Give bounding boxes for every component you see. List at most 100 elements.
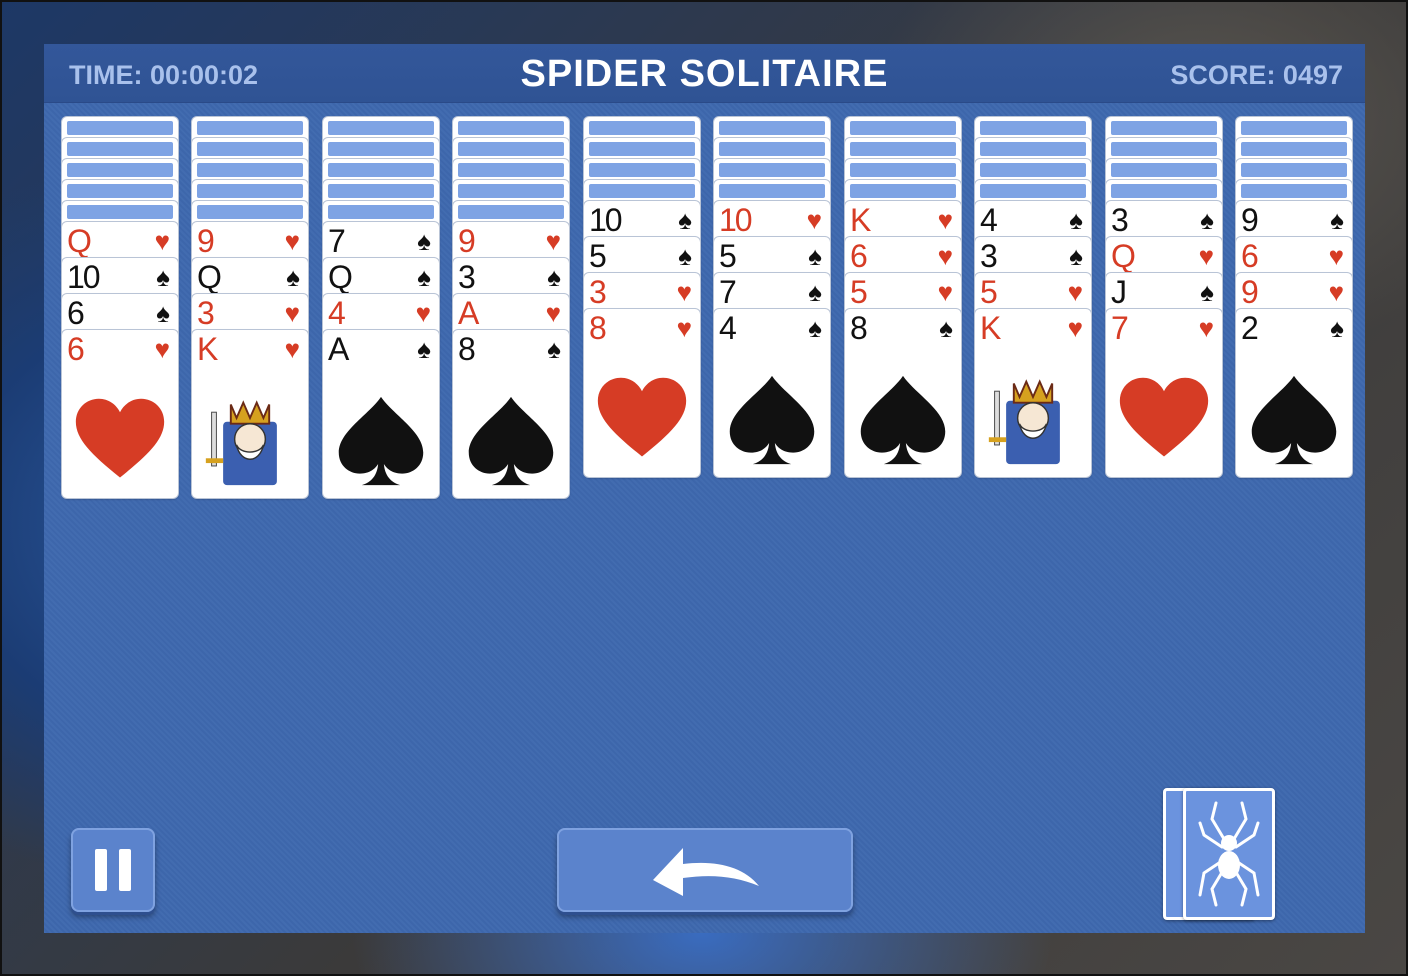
spade-suit-icon: ♠	[1200, 205, 1214, 235]
card-rank: 9	[1241, 274, 1259, 310]
top-bar: TIME: 00:00:02 SPIDER SOLITAIRE SCORE: 0…	[44, 44, 1365, 103]
playing-card[interactable]: 8 ♥	[584, 309, 700, 477]
card-rank: 4	[719, 310, 737, 346]
card-rank: 7	[1111, 310, 1129, 346]
heart-suit-icon: ♥	[1067, 277, 1083, 307]
heart-suit-icon: ♥	[1328, 277, 1344, 307]
large-heart-icon	[75, 398, 165, 478]
large-spade-icon	[860, 375, 946, 465]
card-face	[975, 371, 1091, 469]
spade-suit-icon: ♠	[417, 262, 431, 292]
card-rank: 3	[980, 238, 998, 274]
card-rank: 6	[67, 295, 85, 331]
card-rank: Q	[1111, 238, 1136, 274]
card-rank: 9	[197, 223, 215, 259]
pause-icon	[95, 849, 131, 891]
heart-suit-icon: ♥	[284, 298, 300, 328]
card-rank: J	[1111, 274, 1127, 310]
card-face	[845, 371, 961, 469]
spade-suit-icon: ♠	[808, 277, 822, 307]
card-face	[1236, 371, 1352, 469]
large-spade-icon	[729, 375, 815, 465]
card-rank: 3	[458, 259, 476, 295]
spade-suit-icon: ♠	[417, 226, 431, 256]
card-rank: K	[980, 310, 1001, 346]
heart-suit-icon: ♥	[937, 277, 953, 307]
card-rank: 8	[458, 331, 476, 367]
spade-suit-icon: ♠	[808, 241, 822, 271]
card-rank: K	[197, 331, 218, 367]
king-portrait-icon	[988, 379, 1060, 465]
playing-card[interactable]: K ♥	[975, 309, 1091, 477]
heart-suit-icon: ♥	[676, 313, 692, 343]
spade-suit-icon: ♠	[156, 262, 170, 292]
heart-suit-icon: ♥	[1198, 241, 1214, 271]
playing-card[interactable]: 6 ♥	[62, 330, 178, 498]
spade-suit-icon: ♠	[808, 313, 822, 343]
heart-suit-icon: ♥	[1198, 313, 1214, 343]
heart-suit-icon: ♥	[806, 205, 822, 235]
spade-suit-icon: ♠	[156, 298, 170, 328]
card-rank: 5	[850, 274, 868, 310]
playing-card[interactable]: K ♥	[192, 330, 308, 498]
game-board: TIME: 00:00:02 SPIDER SOLITAIRE SCORE: 0…	[44, 44, 1365, 933]
undo-arrow-icon	[653, 848, 759, 896]
undo-button[interactable]	[557, 828, 853, 912]
card-rank: 4	[980, 202, 998, 238]
card-rank: 10	[589, 202, 623, 238]
spade-suit-icon: ♠	[1200, 277, 1214, 307]
spade-suit-icon: ♠	[1069, 241, 1083, 271]
card-rank: 9	[1241, 202, 1259, 238]
card-rank: K	[850, 202, 871, 238]
heart-suit-icon: ♥	[1328, 241, 1344, 271]
card-face	[1106, 371, 1222, 469]
large-spade-icon	[1251, 375, 1337, 465]
large-heart-icon	[1119, 377, 1209, 457]
card-rank: 3	[1111, 202, 1129, 238]
card-face	[584, 371, 700, 469]
large-heart-icon	[597, 377, 687, 457]
playing-card[interactable]: 7 ♥	[1106, 309, 1222, 477]
spade-suit-icon: ♠	[286, 262, 300, 292]
card-face	[192, 392, 308, 490]
heart-suit-icon: ♥	[676, 277, 692, 307]
spade-suit-icon: ♠	[1330, 313, 1344, 343]
score-display: SCORE: 0497	[1170, 60, 1343, 90]
spider-icon	[1198, 801, 1260, 907]
stock-card-top[interactable]	[1183, 788, 1275, 920]
card-rank: 5	[719, 238, 737, 274]
king-portrait-icon	[205, 400, 277, 486]
card-rank: 7	[328, 223, 346, 259]
heart-suit-icon: ♥	[154, 226, 170, 256]
spade-suit-icon: ♠	[547, 334, 561, 364]
heart-suit-icon: ♥	[937, 205, 953, 235]
spade-suit-icon: ♠	[417, 334, 431, 364]
card-rank: 6	[67, 331, 85, 367]
card-rank: A	[458, 295, 479, 331]
playing-card[interactable]: 8 ♠	[453, 330, 569, 498]
heart-suit-icon: ♥	[154, 334, 170, 364]
card-rank: 5	[980, 274, 998, 310]
playing-card[interactable]: A ♠	[323, 330, 439, 498]
stock-pile[interactable]	[1161, 786, 1281, 924]
playing-card[interactable]: 4 ♠	[714, 309, 830, 477]
playing-card[interactable]: 2 ♠	[1236, 309, 1352, 477]
card-rank: 3	[589, 274, 607, 310]
card-rank: 3	[197, 295, 215, 331]
card-rank: 6	[1241, 238, 1259, 274]
heart-suit-icon: ♥	[545, 226, 561, 256]
heart-suit-icon: ♥	[415, 298, 431, 328]
card-rank: 10	[67, 259, 101, 295]
large-spade-icon	[338, 396, 424, 486]
card-rank: 4	[328, 295, 346, 331]
card-rank: A	[328, 331, 349, 367]
spade-suit-icon: ♠	[1330, 205, 1344, 235]
game-title: SPIDER SOLITAIRE	[520, 53, 889, 95]
card-rank: Q	[328, 259, 353, 295]
card-rank: Q	[67, 223, 92, 259]
card-face	[714, 371, 830, 469]
card-rank: 8	[589, 310, 607, 346]
playing-card[interactable]: 8 ♠	[845, 309, 961, 477]
pause-button[interactable]	[71, 828, 155, 912]
card-rank: 2	[1241, 310, 1259, 346]
